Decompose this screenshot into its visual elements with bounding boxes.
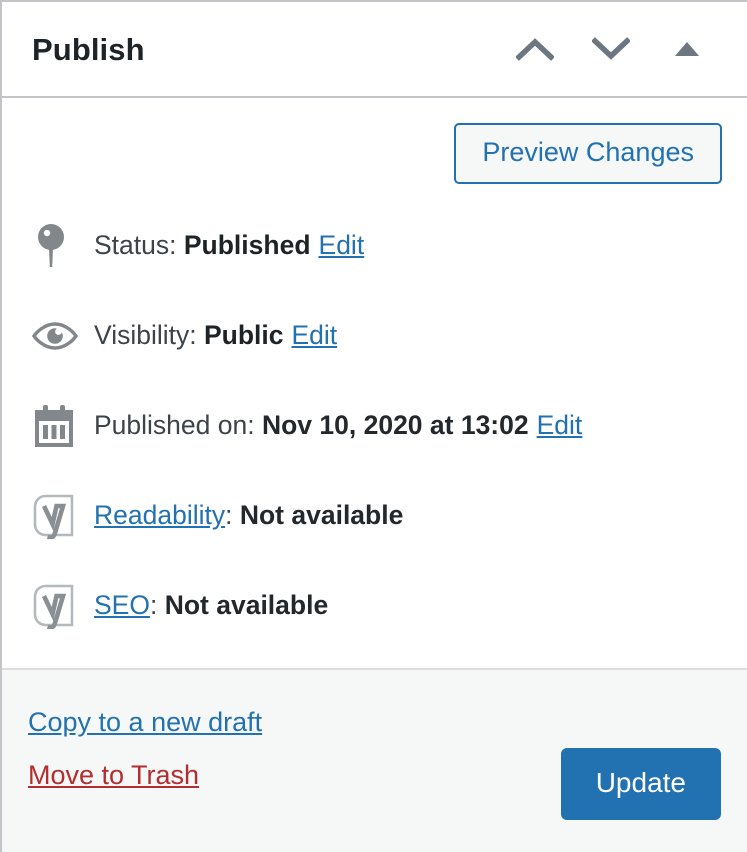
update-button-wrap: Update [560,670,723,820]
readability-link[interactable]: Readability [94,500,225,530]
chevron-down-icon [592,36,630,62]
move-up-button[interactable] [515,29,555,69]
move-to-trash-link[interactable]: Move to Trash [28,760,199,791]
yoast-icon [28,493,80,539]
preview-changes-button[interactable]: Preview Changes [454,123,722,184]
publish-panel-body: Preview Changes Status: Published Edit V… [2,98,747,668]
triangle-up-icon [673,39,701,59]
visibility-edit-link[interactable]: Edit [292,320,338,350]
visibility-text: Visibility: Public Edit [80,321,337,350]
published-on-label: Published on: [94,410,255,441]
seo-link[interactable]: SEO [94,590,150,620]
visibility-value: Public [203,320,284,351]
pin-icon [28,223,80,269]
readability-text: Readability: Not available [80,501,403,530]
visibility-label: Visibility: [94,320,197,351]
toggle-panel-button[interactable] [667,29,707,69]
update-button[interactable]: Update [560,748,721,820]
readability-separator: : [225,500,233,531]
readability-row: Readability: Not available [28,471,725,561]
calendar-icon [28,403,80,449]
seo-row: SEO: Not available [28,561,725,651]
yoast-icon [28,583,80,629]
page-title: Publish [32,31,145,67]
seo-separator: : [149,590,158,621]
publish-metabox: Publish Preview Changes Status: Publishe… [0,0,747,852]
eye-icon [28,320,80,352]
seo-value: Not available [164,590,329,621]
publish-panel-footer: Copy to a new draft Move to Trash Update [2,668,747,852]
visibility-row: Visibility: Public Edit [28,291,725,381]
move-down-button[interactable] [591,29,631,69]
publish-panel-header: Publish [2,2,747,98]
published-on-row: Published on: Nov 10, 2020 at 13:02 Edit [28,381,725,471]
publish-meta-list: Status: Published Edit Visibility: Public… [28,201,725,651]
readability-value: Not available [239,500,404,531]
published-on-text: Published on: Nov 10, 2020 at 13:02 Edit [80,411,582,440]
status-value: Published [183,230,311,261]
seo-text: SEO: Not available [80,591,328,620]
status-row: Status: Published Edit [28,201,725,291]
footer-action-links: Copy to a new draft Move to Trash [28,670,262,790]
chevron-up-icon [516,36,554,62]
panel-header-controls [515,29,723,69]
status-label: Status: [94,230,177,261]
preview-button-row: Preview Changes [28,98,725,184]
status-text: Status: Published Edit [80,231,364,260]
published-on-value: Nov 10, 2020 at 13:02 [261,410,529,441]
copy-to-new-draft-link[interactable]: Copy to a new draft [28,707,262,738]
status-edit-link[interactable]: Edit [319,230,365,260]
published-on-edit-link[interactable]: Edit [537,410,583,440]
